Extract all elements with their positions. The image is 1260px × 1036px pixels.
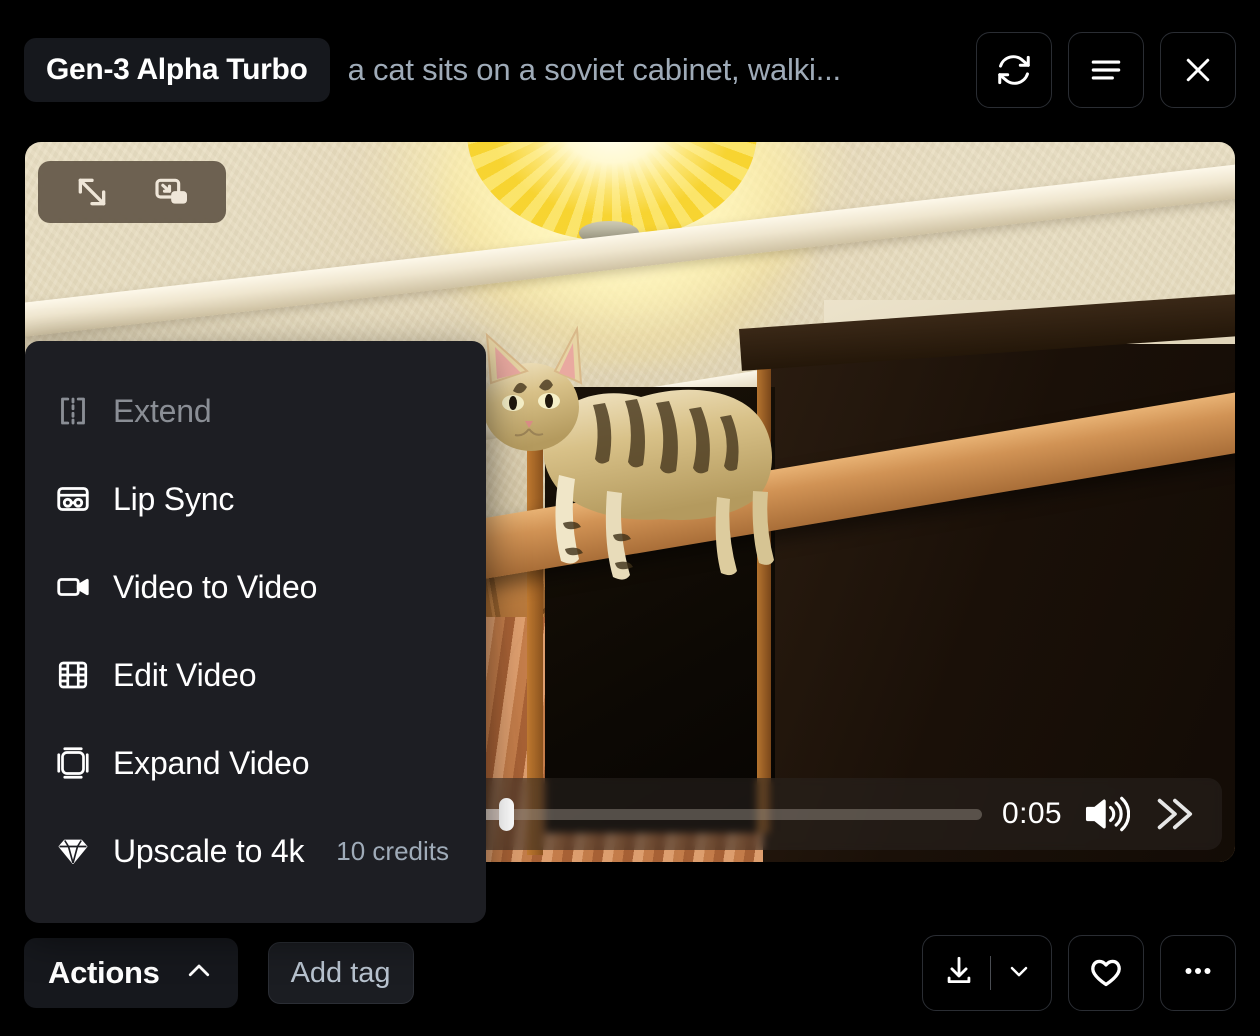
menu-item-video-to-video[interactable]: Video to Video [25,543,486,631]
progress-handle[interactable] [498,797,514,831]
menu-item-label: Upscale to 4k [113,832,305,869]
footer-right-buttons [922,935,1236,1011]
heart-icon [1087,952,1125,995]
actions-dropdown-menu: Extend Lip Sync Video to Video Edit Vide… [25,341,486,923]
speaker-on-icon[interactable] [1082,793,1130,835]
menu-item-label: Extend [113,392,212,429]
menu-item-label: Video to Video [113,568,318,605]
menu-item-label: Lip Sync [113,480,235,517]
divider [989,956,991,990]
film-strip-icon [53,657,93,693]
add-tag-button[interactable]: Add tag [267,942,414,1004]
regenerate-button[interactable] [976,32,1052,108]
refresh-icon [995,51,1033,89]
prompt-text[interactable]: a cat sits on a soviet cabinet, walki... [346,52,960,88]
close-icon [1180,52,1216,88]
chevron-down-icon [1005,957,1033,990]
extend-icon [53,393,93,429]
favorite-button[interactable] [1068,935,1144,1011]
actions-button[interactable]: Actions [24,938,238,1008]
lip-sync-icon [53,481,93,517]
expand-diagonal-icon[interactable] [72,172,112,212]
add-tag-label: Add tag [290,956,391,989]
menu-item-lip-sync[interactable]: Lip Sync [25,455,486,543]
ellipsis-icon [1179,952,1217,995]
menu-item-upscale-to-4k[interactable]: Upscale to 4k 10 credits [25,807,486,895]
actions-button-label: Actions [48,955,160,990]
video-overlay-controls [38,161,226,223]
download-options-button[interactable] [1005,957,1033,990]
chevron-up-icon [184,956,214,991]
menu-item-label: Expand Video [113,744,310,781]
expand-frame-icon [53,745,93,781]
model-badge: Gen-3 Alpha Turbo [24,38,330,102]
time-display: 0:05 [1002,797,1062,830]
details-button[interactable] [1068,32,1144,108]
fast-forward-icon[interactable] [1150,793,1196,835]
menu-item-credits: 10 credits [336,835,450,866]
cat [455,279,835,659]
download-button[interactable] [942,954,976,993]
more-options-button[interactable] [1160,935,1236,1011]
diamond-icon [53,833,93,869]
close-button[interactable] [1160,32,1236,108]
header-button-group [976,32,1236,108]
picture-in-picture-icon[interactable] [152,172,192,212]
download-button-group [922,935,1052,1011]
menu-item-extend[interactable]: Extend [25,367,486,455]
video-camera-icon [53,569,93,605]
video-detail-view: Gen-3 Alpha Turbo a cat sits on a soviet… [0,0,1260,1036]
menu-item-label: Edit Video [113,656,257,693]
header-bar: Gen-3 Alpha Turbo a cat sits on a soviet… [0,0,1260,140]
menu-item-expand-video[interactable]: Expand Video [25,719,486,807]
download-icon [942,954,976,993]
footer-bar: Actions Add tag [0,910,1260,1036]
menu-item-edit-video[interactable]: Edit Video [25,631,486,719]
list-lines-icon [1087,51,1125,89]
